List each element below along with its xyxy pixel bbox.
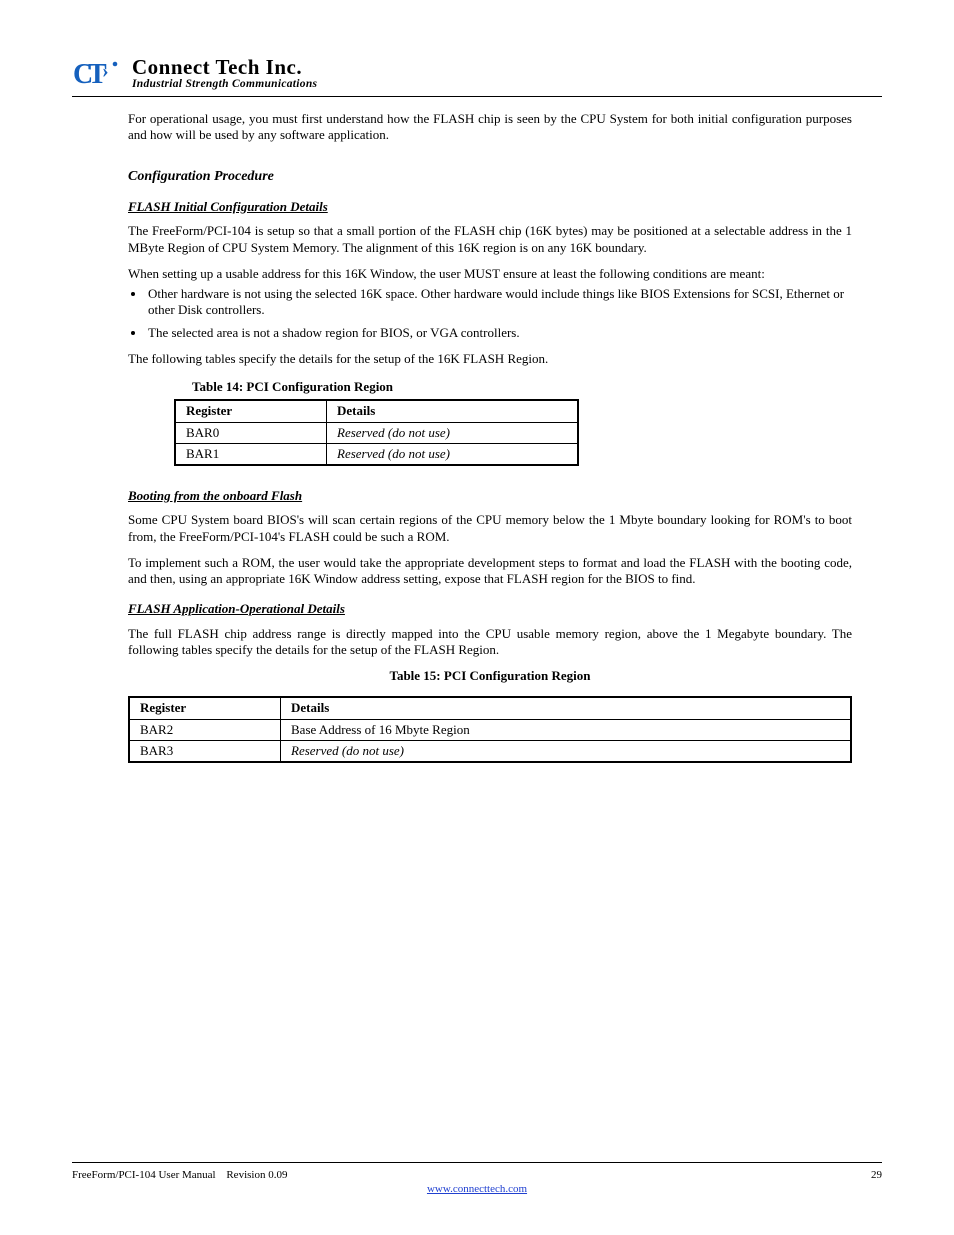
company-block: Connect Tech Inc. Industrial Strength Co… xyxy=(132,56,317,90)
table2-wrap: Register Details BAR2 Base Address of 16… xyxy=(128,696,852,763)
table-row: BAR1 Reserved (do not use) xyxy=(175,443,578,465)
boot-paragraph-2: To implement such a ROM, the user would … xyxy=(128,555,852,588)
footer-left: FreeForm/PCI-104 User Manual Revision 0.… xyxy=(72,1169,287,1181)
table-row: BAR0 Reserved (do not use) xyxy=(175,422,578,443)
list-item: The selected area is not a shadow region… xyxy=(146,325,852,341)
t1-h1: Register xyxy=(175,400,327,422)
conditions-list: Other hardware is not using the selected… xyxy=(128,286,852,341)
logo-icon: C T › xyxy=(72,58,120,92)
t2-r1c1: BAR2 xyxy=(129,719,281,740)
heading-ops: FLASH Application-Operational Details xyxy=(128,601,852,617)
page-header: C T › Connect Tech Inc. Industrial Stren… xyxy=(72,56,882,97)
t2-r2c2: Reserved (do not use) xyxy=(281,740,852,762)
footer-title: FreeForm/PCI-104 User Manual xyxy=(72,1169,216,1181)
t2-h2: Details xyxy=(281,697,852,719)
intro-paragraph: For operational usage, you must first un… xyxy=(128,111,852,144)
boot-paragraph-1: Some CPU System board BIOS's will scan c… xyxy=(128,512,852,545)
t2-r2c1: BAR3 xyxy=(129,740,281,762)
heading-config-procedure: Configuration Procedure xyxy=(128,168,852,186)
heading-ficd: FLASH Initial Configuration Details xyxy=(128,199,852,215)
table-pci-config-1: Register Details BAR0 Reserved (do not u… xyxy=(174,399,579,466)
t2-r1c2: Base Address of 16 Mbyte Region xyxy=(281,719,852,740)
table-row: BAR2 Base Address of 16 Mbyte Region xyxy=(129,719,851,740)
table1-lead: The following tables specify the details… xyxy=(128,351,852,367)
ficd-paragraph: The FreeForm/PCI-104 is setup so that a … xyxy=(128,223,852,256)
bullets-lead: When setting up a usable address for thi… xyxy=(128,266,852,282)
table-row: BAR3 Reserved (do not use) xyxy=(129,740,851,762)
footer-page-number: 29 xyxy=(871,1169,882,1181)
t1-r1c2: Reserved (do not use) xyxy=(327,422,579,443)
company-tagline: Industrial Strength Communications xyxy=(132,78,317,90)
footer-link[interactable]: www.connecttech.com xyxy=(427,1183,527,1195)
t2-h1: Register xyxy=(129,697,281,719)
body-content: For operational usage, you must first un… xyxy=(72,111,882,763)
table2-caption: Table 15: PCI Configuration Region xyxy=(128,668,852,684)
table-pci-config-2: Register Details BAR2 Base Address of 16… xyxy=(128,696,852,763)
footer-row-1: FreeForm/PCI-104 User Manual Revision 0.… xyxy=(72,1169,882,1181)
page-footer: FreeForm/PCI-104 User Manual Revision 0.… xyxy=(72,1162,882,1195)
footer-row-2: www.connecttech.com xyxy=(72,1183,882,1195)
t1-r1c1: BAR0 xyxy=(175,422,327,443)
svg-text:›: › xyxy=(102,60,109,82)
t1-r2c1: BAR1 xyxy=(175,443,327,465)
heading-boot: Booting from the onboard Flash xyxy=(128,488,852,504)
list-item: Other hardware is not using the selected… xyxy=(146,286,852,319)
t1-r2c2: Reserved (do not use) xyxy=(327,443,579,465)
page: C T › Connect Tech Inc. Industrial Stren… xyxy=(0,0,954,1235)
footer-revision: Revision 0.09 xyxy=(226,1169,287,1181)
table1-caption: Table 14: PCI Configuration Region xyxy=(192,379,852,395)
ops-paragraph: The full FLASH chip address range is dir… xyxy=(128,626,852,659)
table1-wrap: Table 14: PCI Configuration Region Regis… xyxy=(128,379,852,466)
t1-h2: Details xyxy=(327,400,579,422)
bullet-2-text: The selected area is not a shadow region… xyxy=(148,325,520,340)
bullet-1-text: Other hardware is not using the selected… xyxy=(148,286,844,317)
company-logo: C T › xyxy=(72,58,120,92)
company-name: Connect Tech Inc. xyxy=(132,56,317,78)
